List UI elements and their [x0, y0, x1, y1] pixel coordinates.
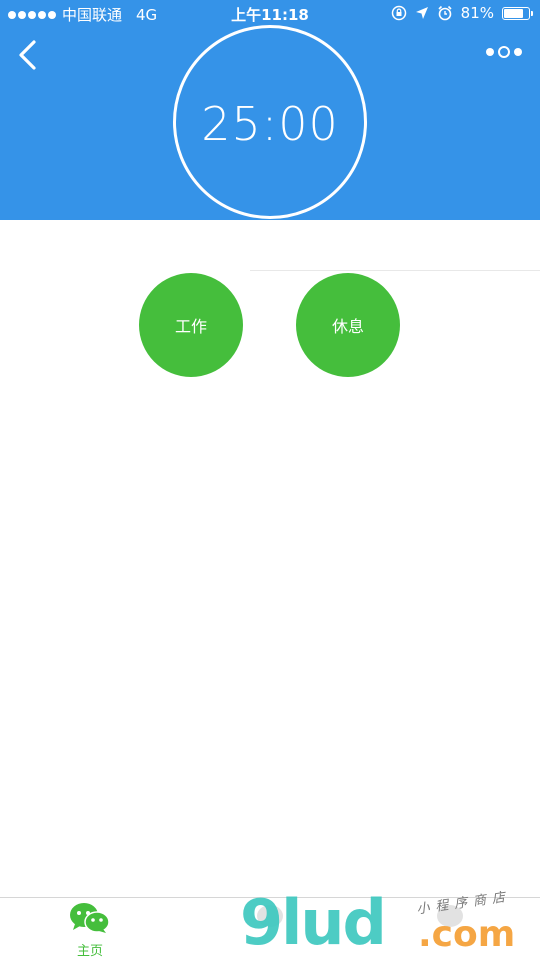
battery-percent: 81% — [460, 4, 494, 22]
watermark-tagline: 小程序商店 — [415, 889, 512, 918]
rotation-lock-icon — [391, 5, 406, 21]
wechat-icon — [70, 903, 110, 933]
timer-display: 25:00 — [201, 97, 339, 151]
divider — [250, 270, 540, 271]
timer-header: 中国联通 4G 上午11:18 81% 25:00 — [0, 0, 540, 220]
watermark-brand: 9lud — [240, 886, 387, 959]
more-dots-icon[interactable] — [486, 46, 522, 58]
tab-home-label: 主页 — [76, 944, 103, 959]
rest-button[interactable]: 休息 — [296, 273, 400, 377]
chevron-left-icon[interactable] — [14, 38, 42, 72]
battery-icon — [502, 6, 533, 20]
location-arrow-icon — [415, 7, 428, 19]
status-right: 81% — [391, 4, 533, 22]
watermark-domain: .com — [418, 914, 516, 955]
status-bar: 中国联通 4G 上午11:18 81% — [0, 0, 540, 28]
battery-level-fill — [504, 8, 524, 18]
alarm-icon — [438, 5, 452, 21]
watermark-logo: 9lud 小程序商店 .com — [240, 888, 540, 960]
tab-home[interactable]: 主页 — [50, 902, 130, 959]
work-button[interactable]: 工作 — [139, 273, 243, 377]
